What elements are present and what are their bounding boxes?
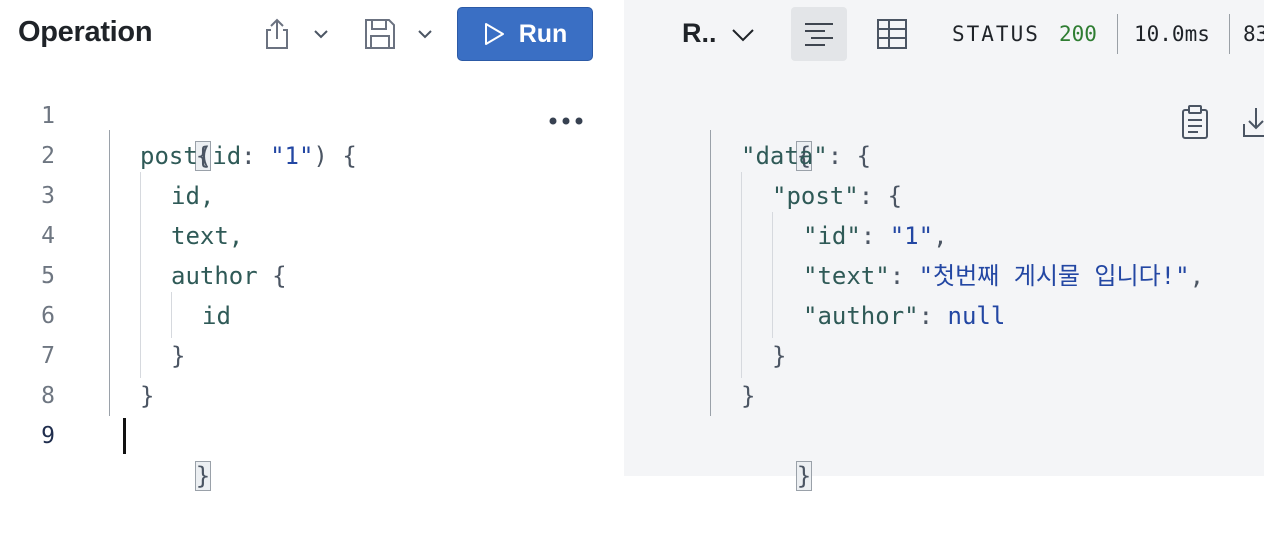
colon: : (241, 142, 271, 170)
text-view-button[interactable] (791, 7, 847, 61)
response-duration: 10.0ms (1134, 22, 1210, 46)
argument-name: id (212, 142, 242, 170)
json-line-9: } (710, 416, 813, 536)
line-number: 2 (41, 143, 55, 169)
json-punct: : { (858, 182, 903, 210)
operation-title: Operation (18, 16, 153, 48)
run-button-label: Run (518, 19, 568, 48)
table-view-icon (877, 19, 907, 49)
json-value: null (947, 302, 1006, 330)
code-line-2: post(id: "1") { (140, 136, 357, 176)
json-key: "post" (772, 182, 859, 210)
code-line-3: id, (171, 182, 215, 210)
paren: ( (197, 142, 213, 170)
share-chevron-down-icon[interactable] (311, 24, 331, 44)
line-number: 4 (41, 223, 55, 249)
status-label: STATUS (952, 22, 1040, 46)
run-button[interactable]: Run (457, 7, 593, 61)
json-punct: , (933, 222, 948, 250)
json-punct: : (918, 302, 948, 330)
download-icon[interactable] (1240, 104, 1264, 140)
line-number: 5 (41, 263, 55, 289)
argument-value: "1" (270, 142, 314, 170)
json-line-4: "id": "1", (803, 216, 948, 256)
save-icon (365, 19, 395, 49)
brace: { (327, 142, 357, 170)
code-line-8: } (140, 382, 155, 410)
json-key: "author" (803, 302, 919, 330)
indent-guide (772, 212, 773, 338)
share-icon (266, 18, 288, 49)
response-pane: R.. STATUS 200 10.0ms 83 { "data": { "po… (624, 0, 1264, 491)
json-line-7: } (772, 342, 787, 370)
line-number: 8 (41, 383, 55, 409)
divider (1117, 14, 1118, 54)
code-line-6: id (202, 302, 231, 330)
json-key: "data" (741, 142, 828, 170)
line-number: 7 (41, 343, 55, 369)
json-line-2: "data": { (741, 136, 871, 176)
chevron-down-icon[interactable] (730, 24, 756, 46)
text-view-icon (805, 23, 833, 46)
json-line-3: "post": { (772, 176, 902, 216)
line-number-active: 9 (41, 423, 55, 449)
text-cursor (123, 418, 126, 454)
line-number: 6 (41, 303, 55, 329)
field-name: post (140, 142, 198, 170)
code-line-5: author { (171, 256, 287, 296)
line-number: 1 (41, 103, 55, 129)
divider (1229, 14, 1230, 54)
brace: { (257, 262, 287, 290)
code-line-4: text, (171, 222, 244, 250)
share-button[interactable] (259, 16, 295, 52)
table-view-button[interactable] (864, 7, 920, 61)
json-line-6: "author": null (803, 296, 1005, 336)
more-icon[interactable] (546, 108, 588, 134)
status-code: 200 (1059, 22, 1097, 46)
field-name: author (171, 262, 258, 290)
code-line-7: } (171, 342, 186, 370)
json-value: "1" (889, 222, 934, 250)
matched-brace: } (795, 461, 813, 491)
json-key: "text" (803, 262, 890, 290)
json-line-5: "text": "첫번째 게시물 입니다!", (803, 256, 1204, 296)
json-punct: : { (827, 142, 872, 170)
indent-guide (171, 292, 172, 338)
play-icon (484, 23, 504, 45)
json-key: "id" (803, 222, 861, 250)
line-number: 3 (41, 183, 55, 209)
json-punct: : (889, 262, 919, 290)
save-chevron-down-icon[interactable] (415, 24, 435, 44)
json-punct: , (1189, 262, 1205, 290)
response-title: R.. (682, 18, 717, 48)
clipboard-icon[interactable] (1180, 104, 1210, 140)
json-punct: : (860, 222, 890, 250)
paren: ) (313, 142, 328, 170)
save-button[interactable] (362, 16, 398, 52)
operation-pane: Operation Run 1 2 3 4 5 6 7 8 9 {post(i… (0, 0, 624, 491)
json-line-8: } (741, 382, 756, 410)
matched-brace: } (194, 461, 212, 491)
response-size: 83 (1243, 22, 1264, 46)
json-value: "첫번째 게시물 입니다!" (918, 262, 1190, 290)
